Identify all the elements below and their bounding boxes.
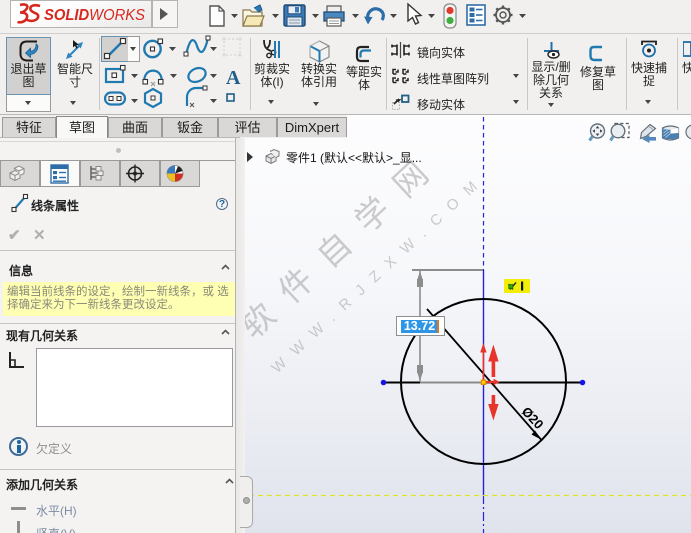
svg-text:A: A [226,67,241,89]
svg-text:Ø20: Ø20 [519,404,547,432]
